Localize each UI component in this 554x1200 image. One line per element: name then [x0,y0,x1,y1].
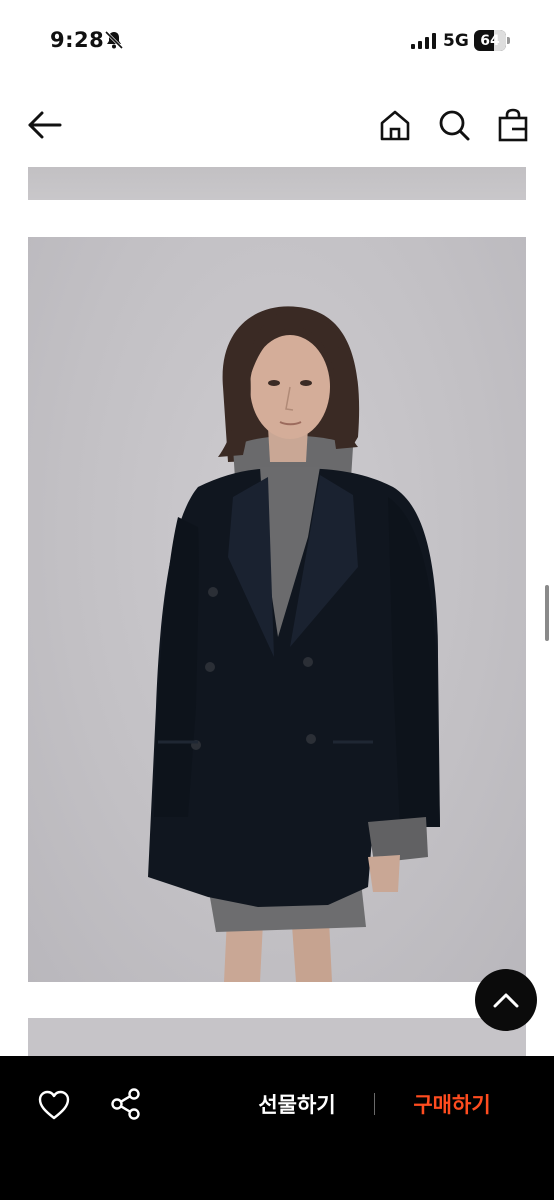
signal-icon [411,33,436,49]
heart-icon[interactable] [37,1089,71,1121]
scroll-to-top-button[interactable] [475,969,537,1031]
battery-percent: 64 [480,32,500,49]
buy-button[interactable]: 구매하기 [396,1088,508,1122]
product-image-next [28,1018,526,1058]
bottom-action-bar: 선물하기 구매하기 [0,1056,554,1200]
battery-icon: 64 [474,30,510,51]
chevron-up-icon [493,993,519,1008]
product-image[interactable] [28,237,526,982]
shopping-bag-icon[interactable] [496,108,530,142]
model-photo [148,306,440,982]
top-navigation [0,90,554,160]
network-label: 5G [443,31,469,51]
status-bar: 9:28 5G 64 [0,0,554,84]
divider [374,1093,375,1115]
gift-button[interactable]: 선물하기 [238,1088,356,1122]
scrollbar-thumb[interactable] [545,585,549,641]
home-icon[interactable] [378,108,412,142]
bell-muted-icon [104,30,124,50]
arrow-left-icon[interactable] [26,108,64,142]
status-time: 9:28 [50,28,105,52]
share-icon[interactable] [110,1087,142,1121]
search-icon[interactable] [437,108,471,142]
product-image-previous [28,167,526,200]
